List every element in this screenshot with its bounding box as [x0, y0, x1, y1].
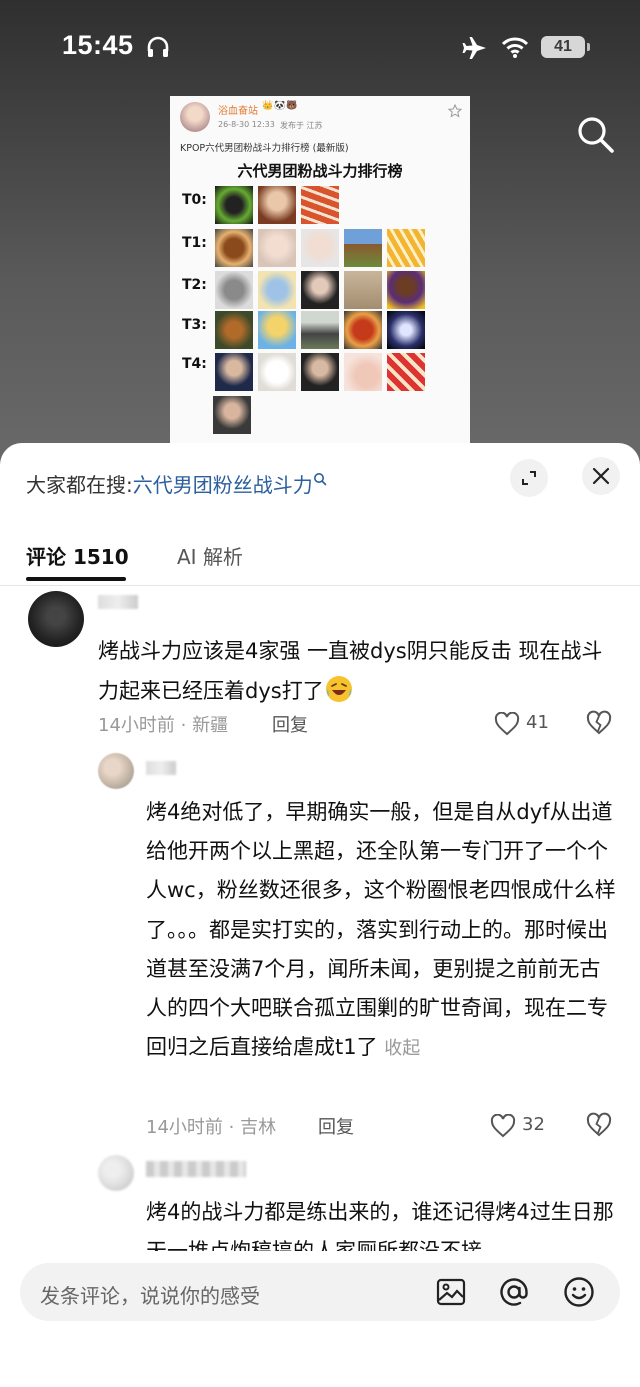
comment-username-blurred — [98, 595, 138, 609]
tier-image — [215, 229, 253, 267]
heart-icon[interactable] — [490, 1114, 516, 1138]
tier-label-t3: T3: — [182, 317, 207, 333]
reply-avatar[interactable] — [98, 753, 134, 789]
status-bar: 15:45 41 — [0, 0, 640, 96]
post-author-avatar — [180, 102, 210, 132]
reply-button[interactable]: 回复 — [272, 711, 308, 737]
tier-image — [215, 186, 253, 224]
tier-image — [344, 271, 382, 309]
post-author-badges: 👑🐼🐻 — [262, 101, 299, 111]
tab-ai-analysis[interactable]: AI 解析 — [177, 541, 243, 570]
tier-image — [387, 229, 425, 267]
tier-image — [258, 186, 296, 224]
heart-icon[interactable] — [494, 712, 520, 736]
like-count: 32 — [522, 1114, 545, 1135]
trending-search-query[interactable]: 六代男团粉丝战斗力 — [133, 473, 313, 497]
like-count: 41 — [526, 712, 549, 733]
comment-input[interactable]: 发条评论，说说你的感受 — [20, 1263, 620, 1321]
tier-image — [344, 353, 382, 391]
at-mention-icon[interactable] — [498, 1276, 530, 1308]
tier-image — [215, 311, 253, 349]
close-button[interactable] — [582, 457, 620, 495]
tier-label-t4: T4: — [182, 356, 207, 372]
reply-text: 烤4绝对低了，早期确实一般，但是自从dyf从出道给他开两个以上黑超，还全队第一专… — [146, 793, 616, 1068]
reply-body: 烤4绝对低了，早期确实一般，但是自从dyf从出道给他开两个以上黑超，还全队第一专… — [146, 800, 616, 1060]
reply-meta: 14小时前 · 吉林 — [146, 1117, 277, 1138]
comment-text: 烤战斗力应该是4家强 一直被dys阴只能反击 现在战斗力起来已经压着dys打了 — [98, 631, 618, 711]
post-location: 发布于 江苏 — [280, 121, 323, 130]
emoji-icon[interactable] — [563, 1276, 595, 1308]
trending-search-label: 大家都在搜: — [26, 473, 133, 497]
status-time: 15:45 — [62, 30, 134, 60]
tier-image — [344, 311, 382, 349]
tier-label-t1: T1: — [182, 235, 207, 251]
collapse-link[interactable]: 收起 — [384, 1038, 420, 1059]
broken-heart-icon[interactable] — [586, 1112, 612, 1138]
search-icon[interactable] — [573, 112, 617, 156]
tier-image — [301, 229, 339, 267]
tabs-divider — [0, 585, 640, 586]
trending-search-hint[interactable]: 大家都在搜:六代男团粉丝战斗力 — [26, 469, 327, 498]
laughing-crying-emoji-icon — [325, 676, 352, 702]
tier-image — [387, 353, 425, 391]
reply-username-blurred — [146, 1161, 246, 1177]
post-author-name: 浴血奋站 — [218, 106, 258, 117]
tier-image — [215, 353, 253, 391]
reply-button[interactable]: 回复 — [318, 1113, 354, 1139]
tier-image — [301, 353, 339, 391]
post-heading: 六代男团粉战斗力排行榜 — [237, 162, 403, 180]
post-preview-card[interactable]: 浴血奋站 👑🐼🐻 26-8-30 12:33 发布于 江苏 KPOP六代男团粉战… — [170, 96, 470, 452]
reply-avatar[interactable] — [98, 1155, 134, 1191]
tier-image — [301, 311, 339, 349]
post-timestamp: 26-8-30 12:33 — [218, 120, 275, 129]
tier-image — [344, 229, 382, 267]
close-icon — [592, 467, 610, 485]
tier-image — [301, 186, 339, 224]
tier-image — [258, 271, 296, 309]
expand-icon — [522, 471, 536, 485]
airplane-icon — [462, 37, 486, 59]
battery-cap — [587, 43, 590, 51]
comments-sheet: 大家都在搜:六代男团粉丝战斗力 评论 1510 AI 解析 烤战斗力应该是4家强… — [0, 443, 640, 1387]
broken-heart-icon[interactable] — [586, 710, 612, 736]
tier-image — [213, 396, 251, 434]
headphone-icon — [147, 36, 169, 57]
tier-label-t2: T2: — [182, 277, 207, 293]
tier-image — [215, 271, 253, 309]
comment-input-placeholder: 发条评论，说说你的感受 — [40, 1284, 260, 1308]
reply-text: 烤4的战斗力都是练出来的，谁还记得烤4过生日那天一堆点炮稿搞的人家厕所都没不接 — [146, 1193, 616, 1251]
post-subtitle: KPOP六代男团粉战斗力排行榜 (最新版) — [180, 143, 349, 154]
wifi-icon — [502, 37, 528, 58]
search-small-icon — [313, 473, 327, 486]
post-image-backdrop: 15:45 41 浴血奋站 👑🐼🐻 26-8-30 12:33 发布于 江苏 K… — [0, 0, 640, 470]
tier-image — [387, 311, 425, 349]
reply-username-blurred — [146, 761, 176, 775]
tab-active-indicator — [26, 577, 126, 581]
image-icon[interactable] — [436, 1277, 466, 1307]
comment-meta: 14小时前 · 新疆 — [98, 715, 229, 736]
expand-button[interactable] — [510, 459, 548, 497]
battery-level: 41 — [554, 38, 572, 55]
tier-image — [258, 311, 296, 349]
comment-avatar[interactable] — [28, 591, 84, 647]
tier-image — [301, 271, 339, 309]
battery-indicator: 41 — [541, 36, 585, 58]
tab-comments[interactable]: 评论 1510 — [26, 541, 129, 570]
tier-label-t0: T0: — [182, 192, 207, 208]
tier-image — [258, 353, 296, 391]
star-icon — [448, 104, 462, 118]
tier-image — [258, 229, 296, 267]
tier-image — [387, 271, 425, 309]
reply-body: 烤4的战斗力都是练出来的，谁还记得烤4过生日那天一堆点炮稿搞的人家厕所都没不接 — [146, 1200, 614, 1251]
